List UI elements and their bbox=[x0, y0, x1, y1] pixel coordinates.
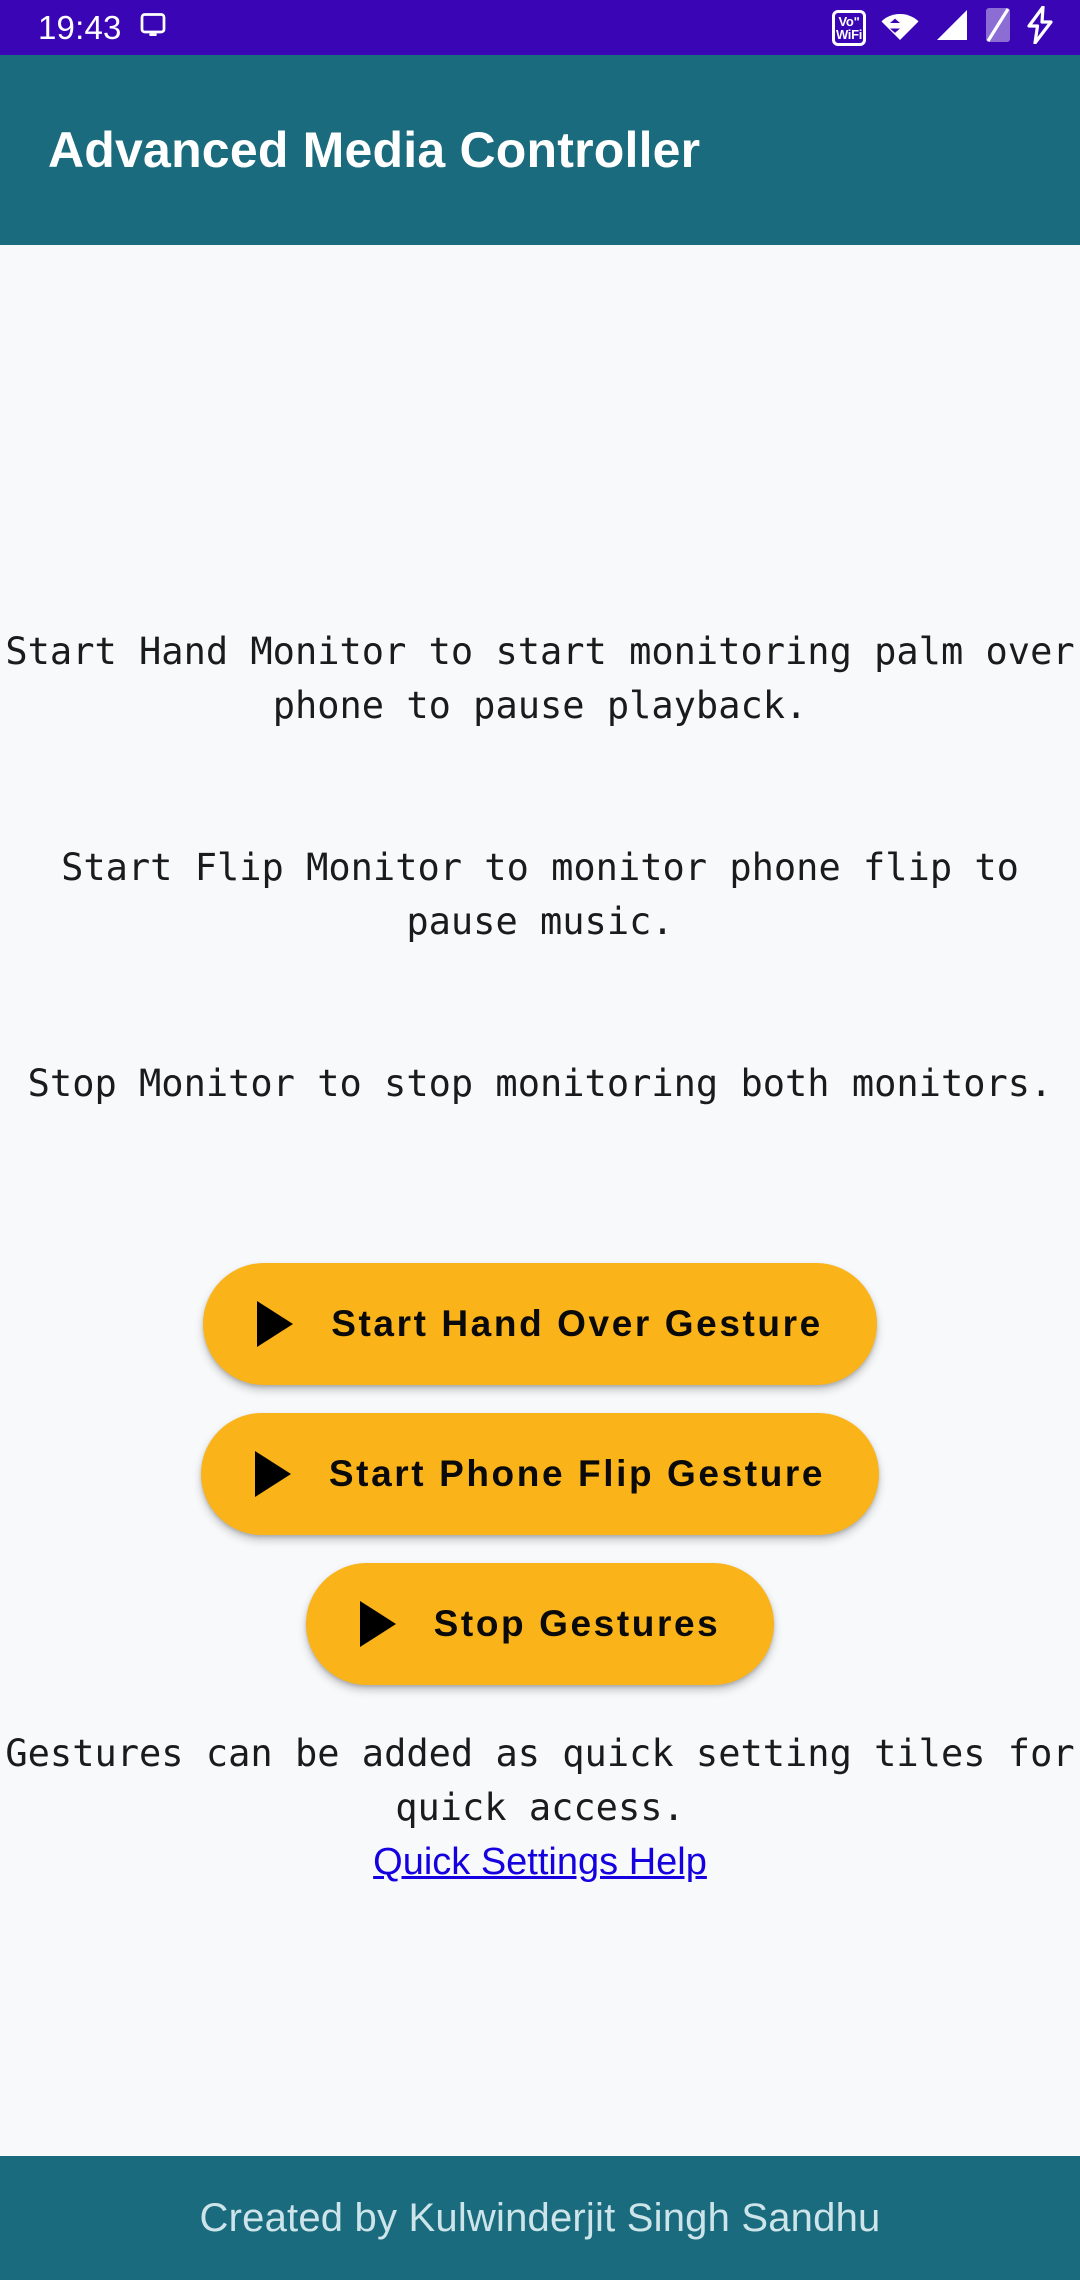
status-bar-right: Voʺ WiFi bbox=[832, 5, 1054, 49]
instruction-line-flip: Start Flip Monitor to monitor phone flip… bbox=[61, 846, 1042, 943]
credit-text: Created by Kulwinderjit Singh Sandhu bbox=[199, 2195, 881, 2240]
app-root: 19:43 Voʺ WiFi Advanced Media Controller… bbox=[0, 0, 1080, 2280]
quick-tile-note: Gestures can be added as quick setting t… bbox=[5, 1732, 1075, 1829]
play-icon bbox=[254, 1451, 291, 1497]
stop-gestures-button[interactable]: Stop Gestures bbox=[305, 1563, 775, 1685]
vowifi-icon-top: Voʺ bbox=[838, 13, 860, 29]
charging-bolt-icon bbox=[1026, 5, 1054, 49]
signal-icon bbox=[934, 8, 970, 47]
start-phone-flip-gesture-button[interactable]: Start Phone Flip Gesture bbox=[200, 1413, 880, 1535]
status-bar-left: 19:43 bbox=[38, 10, 168, 45]
instruction-line-stop: Stop Monitor to stop monitoring both mon… bbox=[27, 1062, 1053, 1105]
instruction-line-hand: Start Hand Monitor to start monitoring p… bbox=[5, 630, 1075, 727]
play-icon bbox=[257, 1301, 294, 1347]
vowifi-icon-bottom: WiFi bbox=[835, 26, 863, 42]
sim-icon bbox=[984, 7, 1012, 48]
main-content: Start Hand Monitor to start monitoring p… bbox=[0, 245, 1080, 2156]
start-hand-over-gesture-label: Start Hand Over Gesture bbox=[331, 1303, 823, 1344]
play-icon bbox=[359, 1601, 396, 1647]
start-hand-over-gesture-button[interactable]: Start Hand Over Gesture bbox=[203, 1263, 877, 1385]
app-bar: Advanced Media Controller bbox=[0, 55, 1080, 245]
cast-icon bbox=[138, 10, 168, 45]
status-bar: 19:43 Voʺ WiFi bbox=[0, 0, 1080, 55]
start-phone-flip-gesture-label: Start Phone Flip Gesture bbox=[328, 1453, 826, 1494]
wifi-icon bbox=[880, 7, 920, 48]
bottom-bar: Created by Kulwinderjit Singh Sandhu bbox=[0, 2156, 1080, 2280]
vowifi-icon: Voʺ WiFi bbox=[832, 9, 866, 46]
instructions-block: Start Hand Monitor to start monitoring p… bbox=[4, 517, 1076, 1219]
quick-settings-help-link[interactable]: Quick Settings Help bbox=[373, 1841, 707, 1884]
status-time: 19:43 bbox=[38, 9, 122, 46]
page-title: Advanced Media Controller bbox=[48, 122, 701, 178]
stop-gestures-label: Stop Gestures bbox=[433, 1603, 721, 1644]
